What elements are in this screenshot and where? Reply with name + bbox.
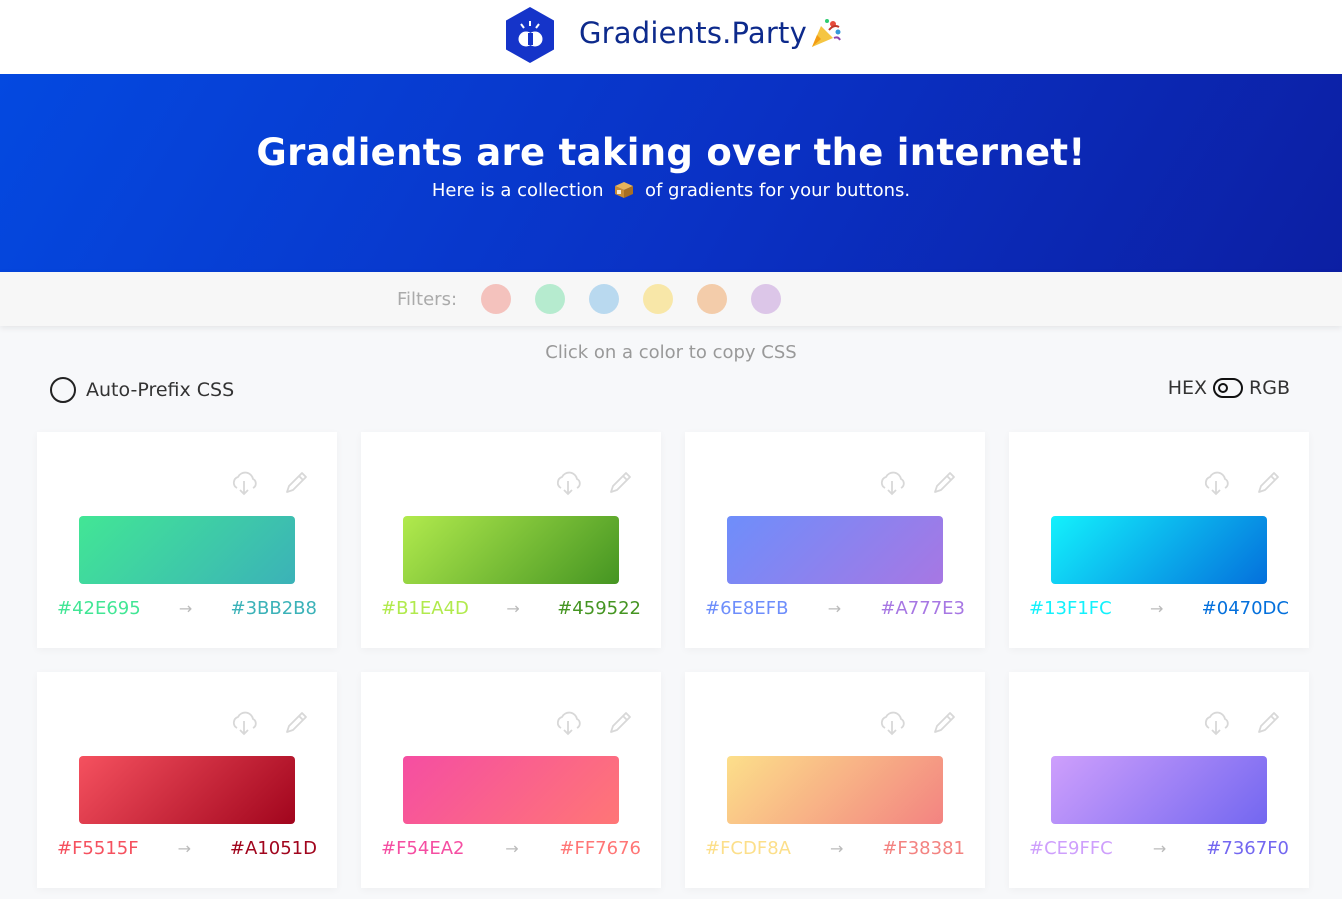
edit-pencil-icon[interactable] — [281, 468, 311, 498]
download-icon[interactable] — [877, 708, 907, 738]
gradient-card: #B1EA4D → #459522 — [361, 432, 661, 648]
download-icon[interactable] — [229, 708, 259, 738]
color-to-code[interactable]: #0470DC — [1202, 598, 1289, 619]
hero-subtitle: Here is a collection of gradients for yo… — [432, 180, 910, 201]
download-icon[interactable] — [1201, 708, 1231, 738]
party-popper-icon — [811, 19, 841, 47]
package-icon — [615, 182, 634, 198]
filter-color-dot[interactable] — [589, 284, 620, 314]
download-icon[interactable] — [553, 468, 583, 498]
hero-title: Gradients are taking over the internet! — [256, 131, 1086, 174]
download-icon[interactable] — [877, 468, 907, 498]
edit-pencil-icon[interactable] — [605, 468, 635, 498]
filter-color-dot[interactable] — [643, 284, 674, 314]
arrow-icon: → — [827, 599, 842, 618]
color-to-code[interactable]: #A1051D — [230, 838, 317, 859]
edit-pencil-icon[interactable] — [929, 708, 959, 738]
color-from-code[interactable]: #FCDF8A — [705, 838, 791, 859]
gradient-swatch[interactable] — [1051, 756, 1267, 824]
color-to-code[interactable]: #3BB2B8 — [231, 598, 317, 619]
color-from-code[interactable]: #CE9FFC — [1029, 838, 1113, 859]
color-to-code[interactable]: #459522 — [557, 598, 641, 619]
controls-row: Auto-Prefix CSS HEX RGB — [0, 371, 1342, 411]
hero-banner: Gradients are taking over the internet! … — [0, 74, 1342, 272]
brand-title[interactable]: Gradients.Party — [579, 16, 843, 50]
gradient-card: #42E695 → #3BB2B8 — [37, 432, 337, 648]
download-icon[interactable] — [1201, 468, 1231, 498]
gradient-swatch[interactable] — [403, 756, 619, 824]
gradient-card: #F5515F → #A1051D — [37, 672, 337, 888]
color-from-code[interactable]: #13F1FC — [1029, 598, 1112, 619]
edit-pencil-icon[interactable] — [1253, 708, 1283, 738]
format-toggle[interactable] — [1213, 378, 1244, 398]
color-from-code[interactable]: #F54EA2 — [381, 838, 464, 859]
arrow-icon: → — [1152, 839, 1167, 858]
autoprefix-label: Auto-Prefix CSS — [86, 379, 235, 401]
filter-color-dot[interactable] — [751, 284, 782, 314]
filter-color-dot[interactable] — [535, 284, 566, 314]
arrow-icon: → — [505, 839, 519, 858]
autoprefix-toggle[interactable]: Auto-Prefix CSS — [50, 377, 234, 403]
filters-bar: Filters: — [0, 272, 1342, 326]
edit-pencil-icon[interactable] — [929, 468, 959, 498]
gradient-swatch[interactable] — [1051, 516, 1267, 584]
autoprefix-radio[interactable] — [50, 377, 76, 403]
gradient-swatch[interactable] — [727, 756, 943, 824]
color-to-code[interactable]: #FF7676 — [559, 838, 641, 859]
edit-pencil-icon[interactable] — [281, 708, 311, 738]
download-icon[interactable] — [553, 708, 583, 738]
filter-color-dot[interactable] — [697, 284, 728, 314]
gradient-swatch[interactable] — [79, 756, 295, 824]
color-to-code[interactable]: #A777E3 — [880, 598, 965, 619]
color-to-code[interactable]: #F38381 — [882, 838, 965, 859]
arrow-icon: → — [829, 839, 844, 858]
download-icon[interactable] — [229, 468, 259, 498]
color-from-code[interactable]: #B1EA4D — [381, 598, 469, 619]
gradient-swatch[interactable] — [727, 516, 943, 584]
gradient-card: #FCDF8A → #F38381 — [685, 672, 985, 888]
edit-pencil-icon[interactable] — [605, 708, 635, 738]
gradient-swatch[interactable] — [79, 516, 295, 584]
gradient-card: #F54EA2 → #FF7676 — [361, 672, 661, 888]
hero-subtitle-before: Here is a collection — [431, 180, 604, 201]
gradient-card: #CE9FFC → #7367F0 — [1009, 672, 1309, 888]
rgb-label: RGB — [1249, 377, 1290, 399]
color-from-code[interactable]: #6E8EFB — [705, 598, 788, 619]
hex-label: HEX — [1167, 377, 1208, 399]
color-from-code[interactable]: #42E695 — [57, 598, 141, 619]
arrow-icon: → — [178, 599, 193, 618]
arrow-icon: → — [506, 599, 520, 618]
format-switch: HEX RGB — [1168, 377, 1290, 399]
logo-icon[interactable] — [504, 6, 556, 64]
color-to-code[interactable]: #7367F0 — [1206, 838, 1289, 859]
arrow-icon: → — [1149, 599, 1164, 618]
gradient-card: #6E8EFB → #A777E3 — [685, 432, 985, 648]
color-from-code[interactable]: #F5515F — [57, 838, 139, 859]
filter-color-dot[interactable] — [481, 284, 512, 314]
top-bar: Gradients.Party — [0, 0, 1342, 74]
filters-label: Filters: — [396, 288, 458, 310]
gradient-swatch[interactable] — [403, 516, 619, 584]
edit-pencil-icon[interactable] — [1253, 468, 1283, 498]
gradient-grid: #42E695 → #3BB2B8 #B1EA4D → #459522 #6E8EFB → #A… — [37, 432, 1309, 888]
arrow-icon: → — [177, 839, 191, 858]
gradient-card: #13F1FC → #0470DC — [1009, 432, 1309, 648]
hero-subtitle-after: of gradients for your buttons. — [644, 180, 911, 201]
copy-hint: Click on a color to copy CSS — [545, 342, 797, 363]
brand-text: Gradients.Party — [579, 16, 807, 50]
